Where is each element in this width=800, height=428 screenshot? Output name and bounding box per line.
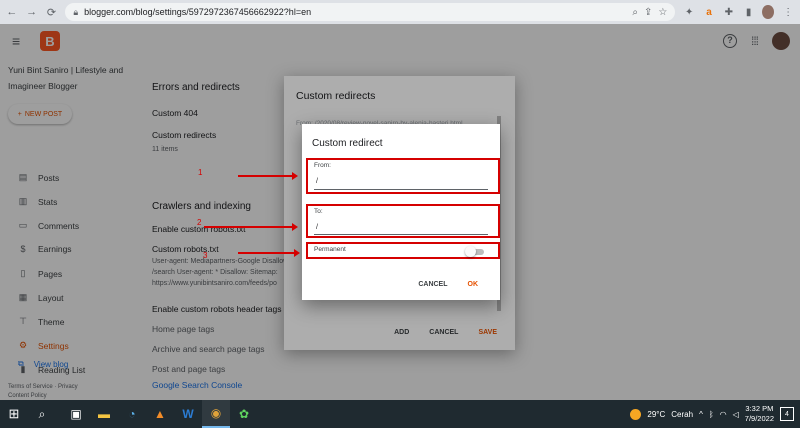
notifications-icon[interactable]: 4 <box>780 407 794 421</box>
weather-sun-icon <box>630 408 642 420</box>
search-icon[interactable]: ⌕ <box>28 400 56 428</box>
green-app-icon[interactable]: ✿ <box>230 400 258 428</box>
to-underline <box>314 234 488 235</box>
extension-bulb-icon[interactable]: ✦ <box>683 5 695 19</box>
custom-redirect-dialog: Custom redirect From: / To: / Permanent … <box>302 124 500 300</box>
annotation-arrow-2 <box>204 223 298 231</box>
wifi-icon[interactable]: ◠ <box>720 410 727 419</box>
browser-toolbar: ← → ⟳ 🔒︎ blogger.com/blog/settings/59729… <box>0 0 800 24</box>
word-icon[interactable]: W <box>174 400 202 428</box>
back-icon[interactable]: ← <box>6 5 18 19</box>
forward-icon[interactable]: → <box>26 5 38 19</box>
toggle-knob[interactable] <box>465 246 476 257</box>
computer-app-icon[interactable]: ▣ <box>62 400 90 428</box>
date: 7/9/2022 <box>744 414 774 423</box>
temperature: 29°C <box>647 409 666 419</box>
bookmark-star-icon[interactable]: ☆ <box>658 7 667 18</box>
windows-taskbar: ⊞ ⌕ ▣ ▬ ◔ ▲ W ◉ ✿ 29°C Cerah ^ ᛒ ◠ ◁ 3:3… <box>0 400 800 428</box>
permanent-label: Permanent <box>314 246 346 253</box>
to-field[interactable]: To: / <box>306 204 500 238</box>
from-input[interactable]: / <box>316 178 318 185</box>
extension-puzzle-icon[interactable]: ✚ <box>723 5 735 19</box>
time: 3:32 PM <box>745 404 774 413</box>
url-text[interactable]: blogger.com/blog/settings/59729723674566… <box>84 7 626 17</box>
to-input[interactable]: / <box>316 224 318 231</box>
from-underline <box>314 189 488 190</box>
system-tray: 29°C Cerah ^ ᛒ ◠ ◁ 3:32 PM 7/9/2022 4 <box>630 400 800 428</box>
edge-browser-icon[interactable]: ◔ <box>118 400 146 428</box>
sidebar-panel-icon[interactable]: ▮ <box>743 5 755 19</box>
file-explorer-icon[interactable]: ▬ <box>90 400 118 428</box>
search-icon[interactable]: ⌕ <box>632 7 638 18</box>
to-label: To: <box>314 208 323 215</box>
profile-avatar[interactable] <box>762 5 775 19</box>
browser-menu-icon[interactable]: ⋮ <box>782 5 794 19</box>
extension-a-icon[interactable]: a <box>703 5 715 19</box>
permanent-row[interactable]: Permanent <box>306 242 500 259</box>
annotation-arrow-3 <box>238 249 300 257</box>
vlc-icon[interactable]: ▲ <box>146 400 174 428</box>
from-label: From: <box>314 162 331 169</box>
from-field[interactable]: From: / <box>306 158 500 194</box>
volume-icon[interactable]: ◁ <box>733 410 739 419</box>
annotation-number-1: 1 <box>198 168 203 177</box>
clock[interactable]: 3:32 PM 7/9/2022 <box>745 404 774 424</box>
lock-icon: 🔒︎ <box>73 6 79 17</box>
custom-redirect-title: Custom redirect <box>312 138 383 149</box>
chevron-up-icon[interactable]: ^ <box>699 410 703 419</box>
chrome-icon[interactable]: ◉ <box>202 400 230 428</box>
bluetooth-icon[interactable]: ᛒ <box>709 410 714 419</box>
annotation-number-3: 3 <box>203 251 208 260</box>
weather-text: Cerah <box>671 409 694 419</box>
reload-icon[interactable]: ⟳ <box>46 5 58 19</box>
cancel-button[interactable]: CANCEL <box>418 281 447 288</box>
annotation-number-2: 2 <box>197 218 202 227</box>
ok-button[interactable]: OK <box>468 281 479 288</box>
windows-start-icon[interactable]: ⊞ <box>0 400 28 428</box>
share-icon[interactable]: ⇪ <box>644 7 652 18</box>
annotation-arrow-1 <box>238 172 298 180</box>
address-bar[interactable]: 🔒︎ blogger.com/blog/settings/59729723674… <box>65 3 676 21</box>
